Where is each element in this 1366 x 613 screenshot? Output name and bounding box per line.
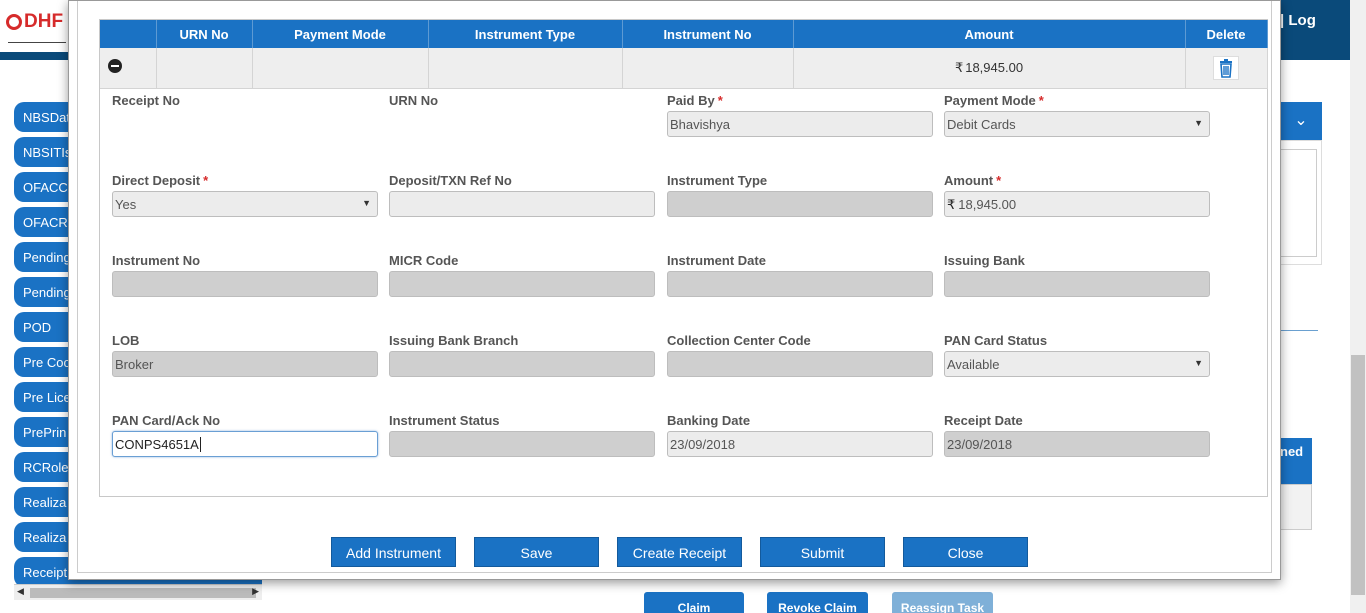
col-delete: Delete <box>1185 20 1268 48</box>
receipt-date-input: 23/09/2018 <box>944 431 1210 457</box>
claim-button[interactable]: Claim <box>644 592 744 613</box>
delete-trash-icon[interactable] <box>1213 55 1239 80</box>
close-button[interactable]: Close <box>903 537 1028 567</box>
collapse-icon[interactable] <box>108 59 122 74</box>
save-button[interactable]: Save <box>474 537 599 567</box>
paid-by-label: Paid By * <box>667 93 723 108</box>
urn-no-label: URN No <box>389 93 439 108</box>
lob-input: Broker <box>112 351 378 377</box>
col-toggle <box>100 20 157 48</box>
receipt-modal: URN No Payment Mode Instrument Type Inst… <box>68 0 1281 580</box>
table-header-row: URN No Payment Mode Instrument Type Inst… <box>100 20 1268 48</box>
col-instrument-type: Instrument Type <box>428 20 623 48</box>
table-row: ₹18,945.00 <box>100 48 1268 89</box>
instrument-no-input <box>112 271 378 297</box>
submit-button[interactable]: Submit <box>760 537 885 567</box>
col-payment-mode: Payment Mode <box>252 20 429 48</box>
cell-urn-no <box>156 48 253 89</box>
background-panel <box>1280 140 1322 265</box>
instrument-table: URN No Payment Mode Instrument Type Inst… <box>100 20 1268 89</box>
instrument-type-input <box>667 191 933 217</box>
collection-center-code-label: Collection Center Code <box>667 333 811 348</box>
background-table-header: ned <box>1280 438 1312 484</box>
instrument-panel: URN No Payment Mode Instrument Type Inst… <box>99 19 1268 497</box>
deposit-ref-label: Deposit/TXN Ref No <box>389 173 512 188</box>
issuing-bank-branch-label: Issuing Bank Branch <box>389 333 519 348</box>
banking-date-input[interactable]: 23/09/2018 <box>667 431 933 457</box>
deposit-ref-input[interactable] <box>389 191 655 217</box>
instrument-status-input <box>389 431 655 457</box>
col-instrument-no: Instrument No <box>622 20 794 48</box>
issuing-bank-label: Issuing Bank <box>944 253 1025 268</box>
pan-card-no-label: PAN Card/Ack No <box>112 413 221 428</box>
reassign-task-button[interactable]: Reassign Task <box>892 592 993 613</box>
instrument-date-label: Instrument Date <box>667 253 766 268</box>
cell-amount: ₹18,945.00 <box>793 48 1186 89</box>
receipt-no-label: Receipt No <box>112 93 180 108</box>
revoke-claim-button[interactable]: Revoke Claim <box>767 592 868 613</box>
payment-mode-label: Payment Mode * <box>944 93 1044 108</box>
expand-panel-button[interactable]: ⌄ <box>1280 102 1322 140</box>
pan-card-status-label: PAN Card Status <box>944 333 1048 348</box>
receipt-date-label: Receipt Date <box>944 413 1023 428</box>
background-table-cell <box>1280 484 1312 530</box>
col-urn-no: URN No <box>156 20 253 48</box>
dropdown-arrow-icon: ▼ <box>1194 358 1203 368</box>
scroll-left-icon[interactable]: ◀ <box>17 586 24 597</box>
issuing-bank-input <box>944 271 1210 297</box>
rupee-icon: ₹ <box>947 197 956 212</box>
logo-mark-icon <box>6 14 22 30</box>
instrument-status-label: Instrument Status <box>389 413 500 428</box>
dropdown-arrow-icon: ▼ <box>1194 118 1203 128</box>
pan-card-no-input[interactable]: CONPS4651A <box>112 431 378 457</box>
logout-link[interactable]: | Log <box>1280 12 1316 29</box>
micr-code-input <box>389 271 655 297</box>
sidebar-horizontal-scrollbar[interactable]: ◀ ▶ <box>14 584 262 600</box>
scroll-right-icon[interactable]: ▶ <box>252 586 259 597</box>
collection-center-code-input <box>667 351 933 377</box>
dropdown-arrow-icon: ▼ <box>362 198 371 208</box>
cell-instrument-no <box>622 48 794 89</box>
instrument-no-label: Instrument No <box>112 253 201 268</box>
instrument-date-input <box>667 271 933 297</box>
instrument-type-label: Instrument Type <box>667 173 768 188</box>
direct-deposit-label: Direct Deposit * <box>112 173 209 188</box>
micr-code-label: MICR Code <box>389 253 459 268</box>
create-receipt-button[interactable]: Create Receipt <box>617 537 742 567</box>
direct-deposit-select[interactable]: Yes ▼ <box>112 191 378 217</box>
pan-card-status-select[interactable]: Available ▼ <box>944 351 1210 377</box>
cell-instrument-type <box>428 48 623 89</box>
paid-by-input[interactable]: Bhavishya <box>667 111 933 137</box>
logo-text: DHF <box>24 11 64 32</box>
rupee-icon: ₹ <box>954 59 964 75</box>
col-amount: Amount <box>793 20 1186 48</box>
page-scrollbar[interactable] <box>1350 0 1366 613</box>
lob-label: LOB <box>112 333 140 348</box>
payment-mode-select[interactable]: Debit Cards ▼ <box>944 111 1210 137</box>
amount-label: Amount * <box>944 173 1002 188</box>
banking-date-label: Banking Date <box>667 413 751 428</box>
chevron-down-icon: ⌄ <box>1294 112 1308 129</box>
amount-input[interactable]: ₹18,945.00 <box>944 191 1210 217</box>
cell-payment-mode <box>252 48 429 89</box>
add-instrument-button[interactable]: Add Instrument <box>331 537 456 567</box>
issuing-bank-branch-input <box>389 351 655 377</box>
